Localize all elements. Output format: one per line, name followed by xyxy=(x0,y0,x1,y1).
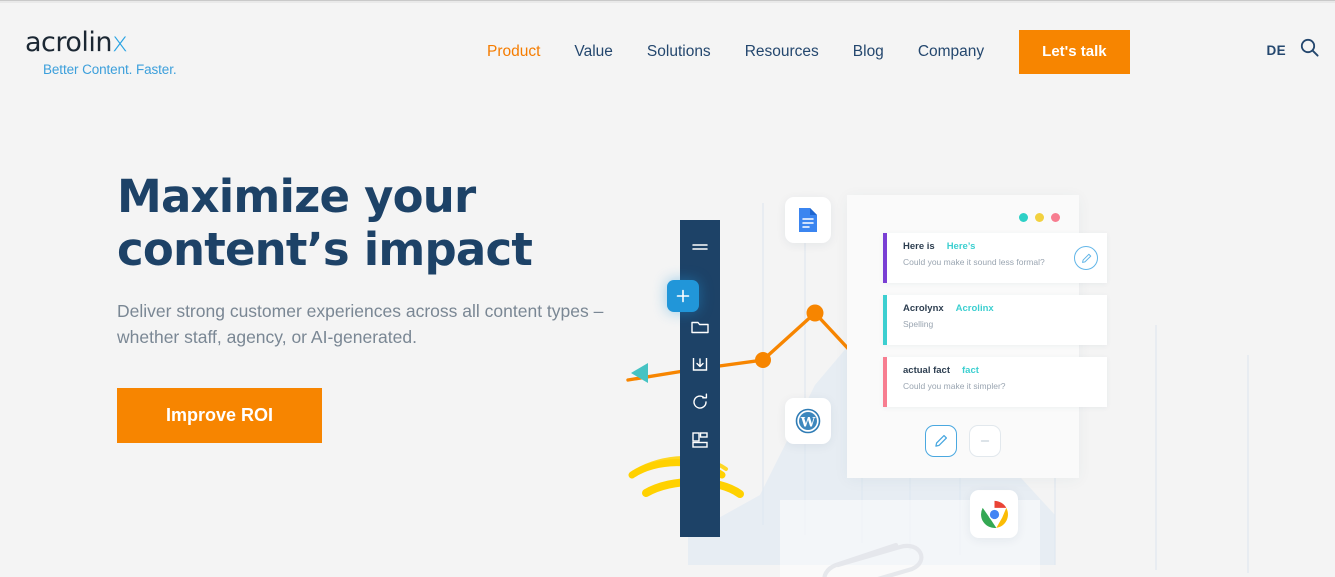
suggestion-suggested-text: Here’s xyxy=(946,241,976,252)
suggestion-original-text: actual fact xyxy=(903,365,950,376)
lets-talk-button[interactable]: Let's talk xyxy=(1019,30,1130,74)
logo[interactable]: acrolinx Better Content. Faster. xyxy=(25,29,205,77)
dismiss-button[interactable] xyxy=(969,425,1001,457)
suggestion-card[interactable]: Here is Here’s Could you make it sound le… xyxy=(883,233,1107,283)
window-dots xyxy=(1019,213,1060,222)
dot-teal xyxy=(1019,213,1028,222)
header-utilities: DE xyxy=(1266,38,1319,62)
suggestion-note: Spelling xyxy=(903,319,934,329)
suggestion-edit-icon-button[interactable] xyxy=(1074,246,1098,270)
search-icon[interactable] xyxy=(1300,38,1319,62)
language-switcher[interactable]: DE xyxy=(1266,43,1286,58)
suggestions-panel: Here is Here’s Could you make it sound le… xyxy=(847,195,1107,478)
teal-triangle-icon xyxy=(631,363,648,383)
app-tile-google-chrome[interactable] xyxy=(970,490,1018,538)
suggestion-original-text: Here is xyxy=(903,241,935,252)
suggestion-original-text: Acrolynx xyxy=(903,303,944,314)
refresh-icon[interactable] xyxy=(689,391,711,413)
add-button[interactable] xyxy=(667,280,699,312)
hero-illustration: W Here is Here’s Could you make it sound… xyxy=(600,95,1335,577)
plus-icon xyxy=(676,289,690,303)
suggestion-note: Could you make it simpler? xyxy=(903,381,1006,391)
suggestion-card[interactable]: actual fact fact Could you make it simple… xyxy=(883,357,1107,407)
nav-item-resources[interactable]: Resources xyxy=(728,30,836,74)
svg-text:W: W xyxy=(800,416,816,431)
layout-dashboard-icon[interactable] xyxy=(689,429,711,451)
pencil-icon xyxy=(1081,253,1091,263)
nav-item-blog[interactable]: Blog xyxy=(836,30,901,74)
download-import-icon[interactable] xyxy=(689,353,711,375)
accept-edit-button[interactable] xyxy=(925,425,957,457)
google-chrome-icon xyxy=(980,500,1008,528)
minus-icon xyxy=(980,440,990,442)
folder-icon[interactable] xyxy=(689,315,711,337)
suggestion-replacement: Acrolynx Acrolinx xyxy=(903,303,1107,315)
logo-accent-x: x xyxy=(112,27,128,58)
panel-action-bar xyxy=(847,425,1079,457)
logo-tagline: Better Content. Faster. xyxy=(43,62,177,77)
suggestion-card[interactable]: Acrolynx Acrolinx Spelling xyxy=(883,295,1107,345)
hero-subtitle: Deliver strong customer experiences acro… xyxy=(117,301,604,347)
main-navigation: Product Value Solutions Resources Blog C… xyxy=(470,30,1130,74)
suggestion-suggested-text: Acrolinx xyxy=(955,303,994,314)
wordpress-icon: W xyxy=(795,408,821,434)
suggestion-suggested-text: fact xyxy=(962,365,979,376)
chart-point-2 xyxy=(806,304,824,322)
hero-title-line-2: content’s impact xyxy=(117,223,533,276)
chart-point-1 xyxy=(755,352,771,368)
nav-item-product[interactable]: Product xyxy=(470,30,557,74)
pencil-icon xyxy=(935,434,948,447)
nav-item-company[interactable]: Company xyxy=(901,30,1001,74)
app-tile-wordpress[interactable]: W xyxy=(785,398,831,444)
app-tile-google-docs[interactable] xyxy=(785,197,831,243)
hamburger-menu-icon[interactable] xyxy=(689,237,711,259)
improve-roi-button[interactable]: Improve ROI xyxy=(117,388,322,443)
dot-yellow xyxy=(1035,213,1044,222)
logo-wordmark: acrolinx xyxy=(25,29,205,56)
page-title: Maximize your content’s impact xyxy=(117,170,647,276)
suggestion-replacement: actual fact fact xyxy=(903,365,1107,377)
hero-title-line-1: Maximize your xyxy=(117,170,476,223)
nav-item-solutions[interactable]: Solutions xyxy=(630,30,728,74)
hero-section: Maximize your content’s impact Deliver s… xyxy=(117,170,647,443)
dot-pink xyxy=(1051,213,1060,222)
nav-item-value[interactable]: Value xyxy=(557,30,630,74)
site-header: acrolinx Better Content. Faster. Product… xyxy=(0,3,1335,91)
app-sidebar xyxy=(680,220,720,537)
logo-text: acrolin xyxy=(25,27,113,58)
page-root: acrolinx Better Content. Faster. Product… xyxy=(0,0,1335,577)
google-docs-icon xyxy=(799,208,817,232)
